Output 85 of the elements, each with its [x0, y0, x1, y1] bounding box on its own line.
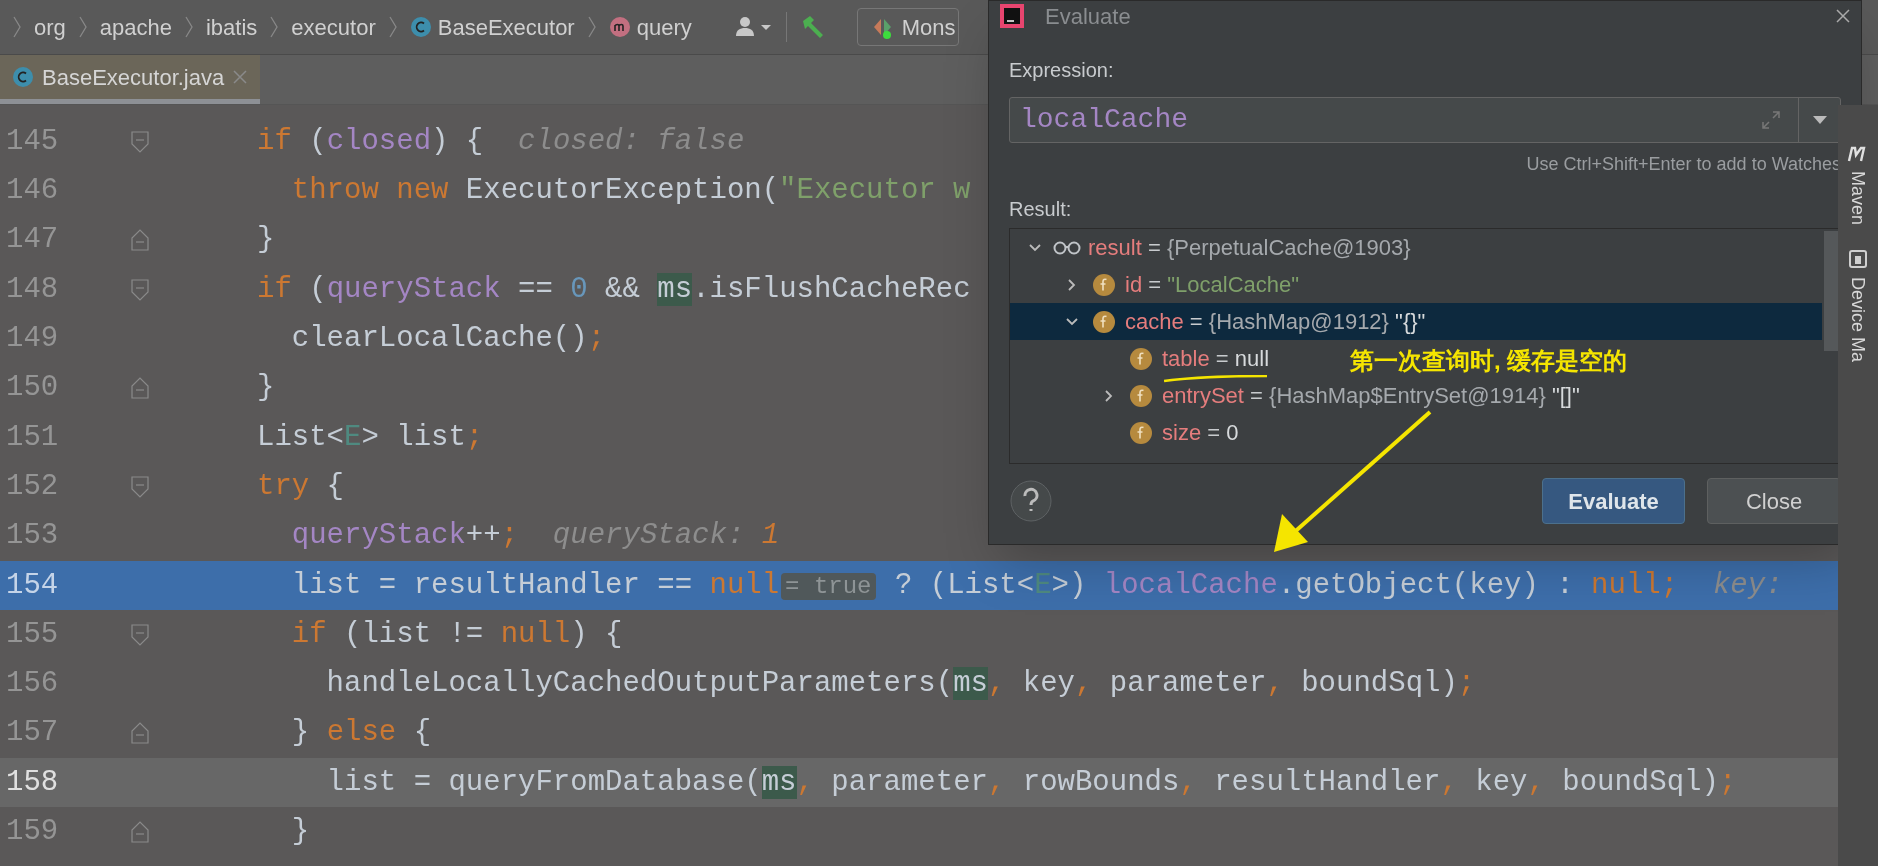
chevron-right-icon [77, 15, 88, 39]
fold-icon[interactable] [130, 819, 150, 844]
line-number: 146 [5, 173, 60, 210]
tab-title: BaseExecutor.java [42, 63, 225, 92]
tool-window-label: Maven [1847, 171, 1869, 226]
code-line: if (queryStack == 0 && ms.isFlushCacheRec [256, 271, 971, 308]
line-number: 153 [5, 518, 60, 555]
device-icon [1848, 249, 1868, 270]
method-icon [608, 16, 631, 38]
line-number: 149 [5, 321, 60, 358]
chevron-right-icon [387, 15, 398, 39]
expression-label: Expression: [1009, 58, 1115, 83]
line-number: 159 [5, 814, 60, 851]
tree-entry: table = null [1162, 342, 1270, 375]
caret-icon [1812, 116, 1827, 124]
code-line: } else { [290, 715, 432, 752]
line-number: 150 [5, 370, 60, 407]
selected-row[interactable]: cache = {HashMap@1912} "{}" [1010, 303, 1822, 340]
fold-icon[interactable] [130, 474, 150, 499]
code-line: clearLocalCache(); [290, 321, 606, 358]
breadcrumb-item[interactable]: ibatis [206, 10, 258, 44]
breadcrumb-item[interactable]: query [608, 10, 692, 44]
close-icon[interactable] [1835, 8, 1851, 24]
chevron-right-icon [269, 15, 280, 39]
line-number: 152 [5, 468, 60, 505]
line-number: 158 [5, 764, 60, 801]
line-number: 145 [5, 123, 60, 160]
fold-icon[interactable] [130, 622, 150, 647]
tree-entry: id = "LocalCache" [1125, 271, 1300, 299]
evaluate-button[interactable]: Evaluate [1542, 478, 1685, 524]
line-number: 148 [5, 271, 60, 308]
code-line: throw new ExecutorException("Executor w [290, 173, 971, 210]
tool-window-label: Device Ma [1847, 277, 1869, 363]
result-label: Result: [1009, 197, 1073, 222]
watch-hint: Use Ctrl+Shift+Enter to add to Watches [1526, 153, 1841, 176]
tool-window-button[interactable]: Maven [1847, 145, 1869, 226]
breadcrumb-item[interactable]: org [34, 10, 66, 44]
chevron-right-icon [12, 15, 22, 39]
field-icon [1129, 383, 1153, 408]
expression-field[interactable]: localCache [1009, 97, 1841, 143]
fold-icon[interactable] [130, 228, 150, 253]
code-line: list = queryFromDatabase(ms, parameter, rowBounds, resultHandler, key, boundSql); [325, 764, 1737, 801]
tree-entry: size = 0 [1162, 419, 1239, 447]
editor-tab[interactable]: BaseExecutor.java [0, 55, 261, 104]
run-configuration-button[interactable]: Mons [856, 8, 959, 46]
field-icon [1092, 272, 1116, 297]
class-icon [12, 66, 34, 88]
annotation-text: 第一次查询时, 缓存是空的 [1350, 346, 1628, 376]
breadcrumb-item[interactable]: executor [291, 10, 376, 44]
line-number: 156 [5, 666, 60, 703]
fold-icon[interactable] [130, 721, 150, 746]
line-number: 151 [5, 419, 60, 456]
glasses-icon [1053, 239, 1081, 256]
breadcrumb-item[interactable]: apache [99, 10, 172, 44]
close-button[interactable]: Close [1707, 478, 1841, 524]
tree-entry: cache = {HashMap@1912} "{}" [1125, 308, 1426, 336]
line-number: 157 [5, 715, 60, 752]
chevron-right-icon [184, 15, 194, 39]
code-line: } [256, 222, 275, 259]
fold-icon[interactable] [130, 277, 150, 302]
fold-icon[interactable] [130, 376, 150, 401]
tool-window-button[interactable]: Device Ma [1847, 249, 1869, 363]
help-icon[interactable] [1009, 479, 1053, 523]
class-icon [409, 16, 432, 38]
people-icon[interactable] [733, 15, 774, 39]
chevron-right-icon [586, 15, 597, 39]
fold-icon[interactable] [130, 129, 150, 154]
field-icon [1092, 309, 1116, 334]
code-line: try { [256, 468, 345, 505]
line-number: 147 [5, 222, 60, 259]
field-icon [1129, 346, 1153, 371]
line-number: 154 [5, 567, 60, 604]
scrollbar-thumb[interactable] [1824, 231, 1838, 351]
tree-entry: result = {PerpetualCache@1903} [1088, 234, 1411, 262]
app-logo-icon [999, 3, 1025, 29]
breadcrumb-item[interactable]: BaseExecutor [409, 10, 575, 44]
code-line: if (list != null) { [290, 616, 623, 653]
code-line: } [256, 370, 275, 407]
expand-icon[interactable] [1760, 109, 1782, 131]
line-number: 155 [5, 616, 60, 653]
field-icon [1129, 420, 1153, 445]
tree-entry: entrySet = {HashMap$EntrySet@1914} "[]" [1162, 382, 1580, 410]
dialog-title: Evaluate [1045, 2, 1131, 31]
code-line: handleLocallyCachedOutputParameters(ms, key, parameter, boundSql); [325, 666, 1476, 703]
code-line: } [290, 814, 310, 851]
